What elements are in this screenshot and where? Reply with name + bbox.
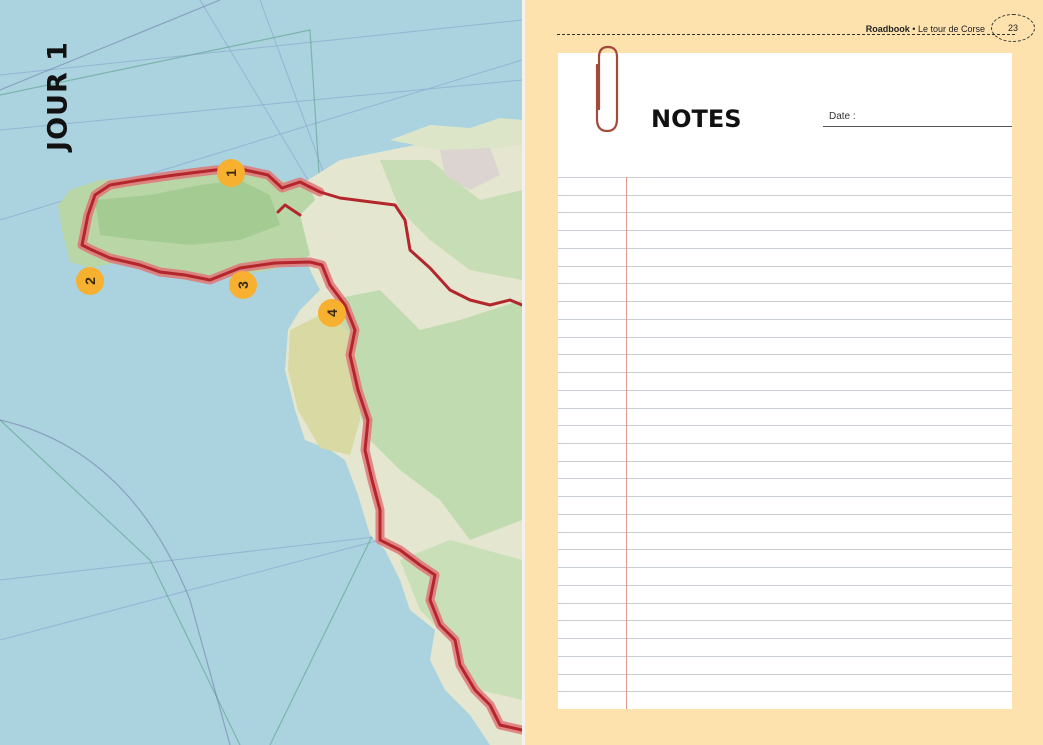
route-map bbox=[0, 0, 522, 745]
paperclip-icon bbox=[595, 45, 619, 133]
header-divider bbox=[557, 34, 1015, 35]
notes-sheet: NOTES Date : bbox=[558, 45, 1012, 709]
waypoint-label: 3 bbox=[234, 281, 251, 289]
header-subtitle: Le tour de Corse bbox=[917, 24, 985, 34]
notes-page: Roadbook • Le tour de Corse 23 NOTES Dat… bbox=[525, 0, 1043, 745]
waypoint-marker-3[interactable]: 3 bbox=[229, 271, 257, 299]
page-number-text: 23 bbox=[1007, 23, 1018, 33]
margin-line bbox=[626, 177, 627, 709]
map-page: JOUR 1 1 2 3 4 bbox=[0, 0, 522, 745]
page-number: 23 bbox=[991, 14, 1035, 42]
waypoint-label: 2 bbox=[81, 277, 98, 285]
running-header: Roadbook • Le tour de Corse bbox=[866, 24, 985, 34]
waypoint-label: 4 bbox=[323, 309, 340, 317]
waypoint-label: 1 bbox=[222, 169, 239, 177]
header-separator: • bbox=[909, 24, 918, 34]
brand-label: Roadbook bbox=[865, 24, 910, 34]
notes-title: NOTES bbox=[651, 105, 742, 133]
waypoint-marker-1[interactable]: 1 bbox=[217, 159, 245, 187]
date-field[interactable] bbox=[823, 126, 1012, 127]
date-label: Date : bbox=[829, 111, 856, 122]
waypoint-marker-4[interactable]: 4 bbox=[318, 299, 346, 327]
waypoint-marker-2[interactable]: 2 bbox=[76, 267, 104, 295]
day-title: JOUR 1 bbox=[42, 41, 74, 151]
